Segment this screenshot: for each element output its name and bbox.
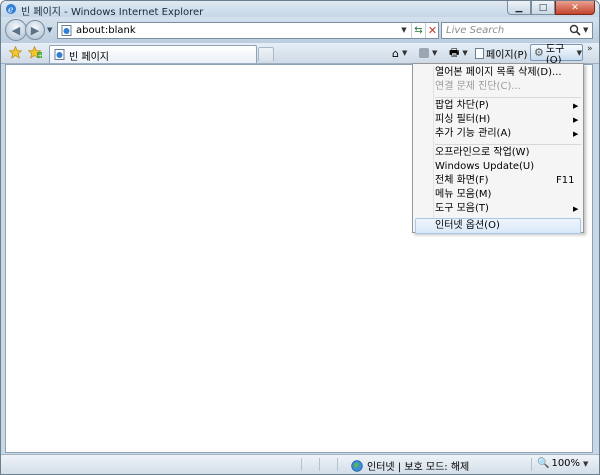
- status-divider: [531, 458, 532, 471]
- caption-buttons: ▁ □ ✕: [507, 1, 595, 16]
- menu-item-label: 메뉴 모음(M): [435, 189, 492, 200]
- maximize-button[interactable]: □: [531, 1, 555, 15]
- recent-pages-dropdown[interactable]: ▼: [47, 26, 52, 34]
- security-zone-text: 인터넷 | 보호 모드: 해제: [367, 462, 470, 473]
- zoom-level: 100%: [551, 458, 581, 469]
- page-icon: [54, 49, 65, 60]
- submenu-arrow-icon: ▶: [573, 102, 579, 110]
- chevron-down-icon: ▼: [583, 459, 589, 468]
- address-input[interactable]: [76, 24, 396, 37]
- menu-item-label: 팝업 차단(P): [435, 100, 489, 111]
- navigation-bar: ◀ ▶ ▼ ▼ ⇆ ✕ ▼: [1, 17, 599, 43]
- page-icon: [61, 25, 72, 36]
- status-divider: [337, 458, 338, 471]
- menu-item-popup-blocker[interactable]: 팝업 차단(P) ▶: [413, 99, 583, 113]
- window-title: 빈 페이지 - Windows Internet Explorer: [21, 7, 204, 18]
- menu-item-windows-update[interactable]: Windows Update(U): [413, 160, 583, 174]
- search-box: ▼: [441, 22, 593, 39]
- tools-dropdown-menu: 열어본 페이지 목록 삭제(D)... 연결 문제 진단(C)... 팝업 차단…: [412, 63, 584, 234]
- menu-item-menu-bar[interactable]: 메뉴 모음(M): [413, 188, 583, 202]
- status-bar: 인터넷 | 보호 모드: 해제 🔍 100% ▼: [1, 454, 599, 474]
- shortcut-label: F11: [556, 175, 575, 186]
- menu-item-label: 오프라인으로 작업(W): [435, 147, 530, 158]
- print-button[interactable]: 🖶 ▼: [449, 45, 468, 61]
- zoom-control[interactable]: 🔍 100% ▼: [537, 458, 588, 469]
- security-zone-indicator[interactable]: 인터넷 | 보호 모드: 해제: [351, 458, 469, 473]
- page-menu-label: 페이지(P): [486, 49, 528, 61]
- stop-button[interactable]: ✕: [425, 23, 439, 38]
- chevron-down-icon: ▼: [432, 49, 438, 57]
- status-divider: [319, 458, 320, 471]
- add-favorite-icon[interactable]: +: [28, 46, 43, 59]
- page-menu-button[interactable]: 페이지(P)▼: [475, 45, 536, 61]
- chevron-down-icon: ▼: [462, 49, 468, 57]
- menu-item-label: 전체 화면(F): [435, 175, 489, 186]
- search-input[interactable]: [446, 24, 566, 37]
- tab-blank-page[interactable]: 빈 페이지: [49, 45, 257, 63]
- status-divider: [301, 458, 302, 471]
- minimize-button[interactable]: ▁: [507, 1, 531, 15]
- submenu-arrow-icon: ▶: [573, 130, 579, 138]
- menu-item-internet-options[interactable]: 인터넷 옵션(O): [415, 218, 581, 234]
- rss-feed-icon: [419, 48, 429, 58]
- menu-separator: [435, 144, 581, 145]
- address-bar: ▼ ⇆ ✕: [57, 22, 439, 39]
- menu-item-full-screen[interactable]: 전체 화면(F) F11: [413, 174, 583, 188]
- menu-item-label: 열어본 페이지 목록 삭제(D)...: [435, 67, 562, 78]
- maximize-icon: □: [538, 2, 548, 13]
- svg-text:+: +: [38, 52, 43, 59]
- home-button[interactable]: ⌂ ▼: [392, 45, 407, 61]
- menu-separator: [435, 97, 581, 98]
- chevron-down-icon: ▼: [401, 26, 407, 34]
- submenu-arrow-icon: ▶: [573, 205, 579, 213]
- close-button[interactable]: ✕: [555, 1, 595, 15]
- menu-item-label: 인터넷 옵션(O): [435, 220, 500, 231]
- gear-icon: ⚙: [534, 46, 544, 59]
- close-icon: ✕: [571, 2, 579, 13]
- menu-item-toolbars[interactable]: 도구 모음(T) ▶: [413, 202, 583, 216]
- menu-item-delete-history[interactable]: 열어본 페이지 목록 삭제(D)...: [413, 66, 583, 80]
- home-icon: ⌂: [392, 46, 399, 60]
- back-arrow-icon: ◀: [11, 23, 21, 37]
- forward-button[interactable]: ▶: [25, 20, 45, 40]
- printer-icon: 🖶: [449, 45, 460, 59]
- chevron-down-icon: ▼: [401, 49, 408, 57]
- title-bar[interactable]: e 빈 페이지 - Windows Internet Explorer ▁ □ …: [1, 1, 599, 18]
- refresh-icon: ⇆: [414, 25, 423, 36]
- menu-item-work-offline[interactable]: 오프라인으로 작업(W): [413, 146, 583, 160]
- menu-item-label: 도구 모음(T): [435, 203, 489, 214]
- back-button[interactable]: ◀: [5, 19, 27, 41]
- more-commands-chevron-icon[interactable]: »: [587, 44, 593, 54]
- stop-icon: ✕: [427, 24, 438, 37]
- chevron-down-icon: ▼: [576, 48, 582, 57]
- menu-item-label: 추가 기능 관리(A): [435, 128, 512, 139]
- minimize-icon: ▁: [515, 2, 523, 13]
- zoom-magnifier-icon: 🔍: [537, 458, 550, 469]
- address-dropdown-button[interactable]: ▼: [398, 23, 410, 38]
- tools-menu-button[interactable]: ⚙ 도구(O) ▼: [530, 44, 583, 66]
- menu-item-label: 피싱 필터(H): [435, 114, 491, 125]
- feeds-button[interactable]: ▼: [419, 45, 437, 61]
- search-icon[interactable]: [569, 24, 581, 36]
- refresh-button[interactable]: ⇆: [411, 23, 425, 38]
- tab-label: 빈 페이지: [69, 52, 109, 63]
- globe-icon: [351, 459, 363, 472]
- tools-menu-label: 도구(O): [545, 43, 565, 66]
- favorites-star-icon[interactable]: [9, 46, 22, 59]
- page-icon: [475, 47, 484, 59]
- menu-item-diagnose-connection: 연결 문제 진단(C)...: [413, 80, 583, 94]
- menu-item-phishing-filter[interactable]: 피싱 필터(H) ▶: [413, 113, 583, 127]
- ie-window: e 빈 페이지 - Windows Internet Explorer ▁ □ …: [0, 0, 600, 475]
- menu-item-label: 연결 문제 진단(C)...: [435, 81, 521, 92]
- menu-item-label: Windows Update(U): [435, 161, 535, 172]
- command-bar: + 빈 페이지 ⌂▼ ▼ 🖶▼ 페이지(P)▼ ⚙도구(O)▼ »: [1, 43, 599, 66]
- forward-arrow-icon: ▶: [30, 23, 40, 37]
- search-options-dropdown[interactable]: ▼: [583, 23, 588, 38]
- ie-logo-icon: e: [6, 4, 16, 16]
- svg-text:e: e: [8, 6, 13, 16]
- submenu-arrow-icon: ▶: [573, 116, 579, 124]
- new-tab-button[interactable]: [258, 47, 274, 61]
- menu-item-manage-addons[interactable]: 추가 기능 관리(A) ▶: [413, 127, 583, 141]
